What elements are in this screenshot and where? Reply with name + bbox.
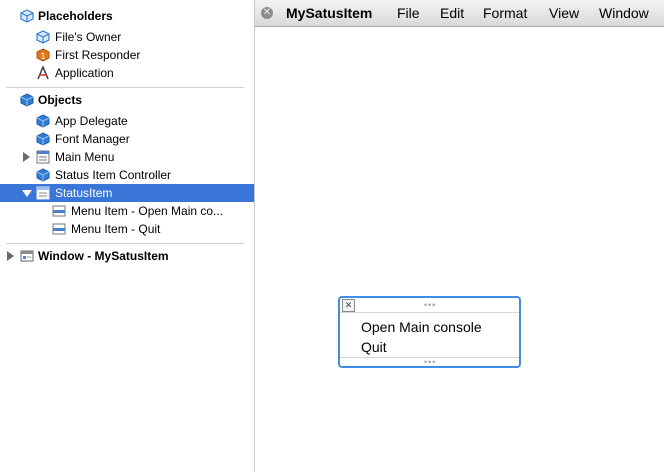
main-menu-bar: ✕ MySatusItem File Edit Format View Wind… (255, 0, 664, 27)
blue-cube-icon (36, 168, 50, 182)
menu-item-icon (52, 222, 66, 236)
outline-row-label: First Responder (55, 48, 141, 62)
menubar-item-view[interactable]: View (549, 0, 579, 26)
objects-label: Objects (38, 93, 83, 107)
disclosure-triangle-expanded-icon[interactable] (22, 190, 32, 197)
outline-row-label: Menu Item - Open Main co... (71, 204, 224, 218)
outline-row-menu-item-open[interactable]: Menu Item - Open Main co... (0, 202, 254, 220)
grip-icon: ••• (424, 300, 437, 310)
placeholders-section-header[interactable]: Placeholders (0, 7, 244, 25)
blue-cube-icon (36, 114, 50, 128)
disclosure-triangle-collapsed-icon[interactable] (23, 152, 30, 162)
section-divider (6, 243, 244, 244)
outline-row-label: Application (55, 66, 114, 80)
menu-title-bar[interactable]: ✕ ••• (340, 298, 519, 313)
menu-resize-bar[interactable]: ••• (340, 357, 519, 367)
window-icon (20, 249, 34, 263)
menubar-item-edit[interactable]: Edit (440, 0, 464, 26)
disclosure-triangle-collapsed-icon[interactable] (7, 251, 14, 261)
menu-item-open-main-console[interactable]: Open Main console (361, 319, 482, 335)
application-icon (36, 64, 50, 80)
document-outline: Placeholders File's Owner 1 First Respon… (0, 0, 255, 472)
placeholders-label: Placeholders (38, 9, 113, 23)
outline-row-label: StatusItem (55, 186, 113, 200)
blue-cube-icon (20, 93, 34, 107)
outline-row-application[interactable]: Application (0, 64, 254, 82)
menubar-item-window[interactable]: Window (599, 0, 649, 26)
outline-row-font-manager[interactable]: Font Manager (0, 130, 254, 148)
design-canvas[interactable]: ✕ MySatusItem File Edit Format View Wind… (255, 0, 664, 472)
section-divider (6, 87, 244, 88)
grip-icon: ••• (424, 357, 437, 367)
outline-row-label: Main Menu (55, 150, 115, 164)
menubar-item-file[interactable]: File (397, 0, 420, 26)
outline-row-app-delegate[interactable]: App Delegate (0, 112, 254, 130)
cube-outline-icon (20, 9, 34, 23)
menu-item-icon (52, 204, 66, 218)
outline-row-label: Font Manager (55, 132, 130, 146)
menubar-item-format[interactable]: Format (483, 0, 527, 26)
outline-row-main-menu[interactable]: Main Menu (0, 148, 254, 166)
menu-icon (36, 150, 50, 164)
first-responder-icon: 1 (36, 48, 50, 62)
outline-row-label: File's Owner (55, 30, 122, 44)
menu-icon (36, 186, 50, 200)
blue-cube-icon (36, 132, 50, 146)
outline-row-window[interactable]: Window - MySatusItem (0, 247, 254, 265)
status-item-menu[interactable]: ✕ ••• Open Main console Quit ••• (338, 296, 521, 368)
outline-row-files-owner[interactable]: File's Owner (0, 28, 254, 46)
svg-text:1: 1 (40, 52, 45, 61)
outline-row-first-responder[interactable]: 1 First Responder (0, 46, 254, 64)
menu-item-quit[interactable]: Quit (361, 339, 387, 355)
close-icon[interactable]: ✕ (342, 299, 355, 312)
outline-row-status-item-controller[interactable]: Status Item Controller (0, 166, 254, 184)
outline-row-menu-item-quit[interactable]: Menu Item - Quit (0, 220, 254, 238)
menubar-app-title[interactable]: MySatusItem (286, 0, 372, 26)
close-icon[interactable]: ✕ (261, 7, 273, 19)
outline-row-label: Menu Item - Quit (71, 222, 161, 236)
outline-row-label: App Delegate (55, 114, 128, 128)
outline-row-label: Window - MySatusItem (38, 249, 169, 263)
cube-outline-icon (36, 30, 50, 44)
outline-row-label: Status Item Controller (55, 168, 172, 182)
outline-row-status-item[interactable]: StatusItem (0, 184, 254, 202)
objects-section-header[interactable]: Objects (0, 91, 244, 109)
